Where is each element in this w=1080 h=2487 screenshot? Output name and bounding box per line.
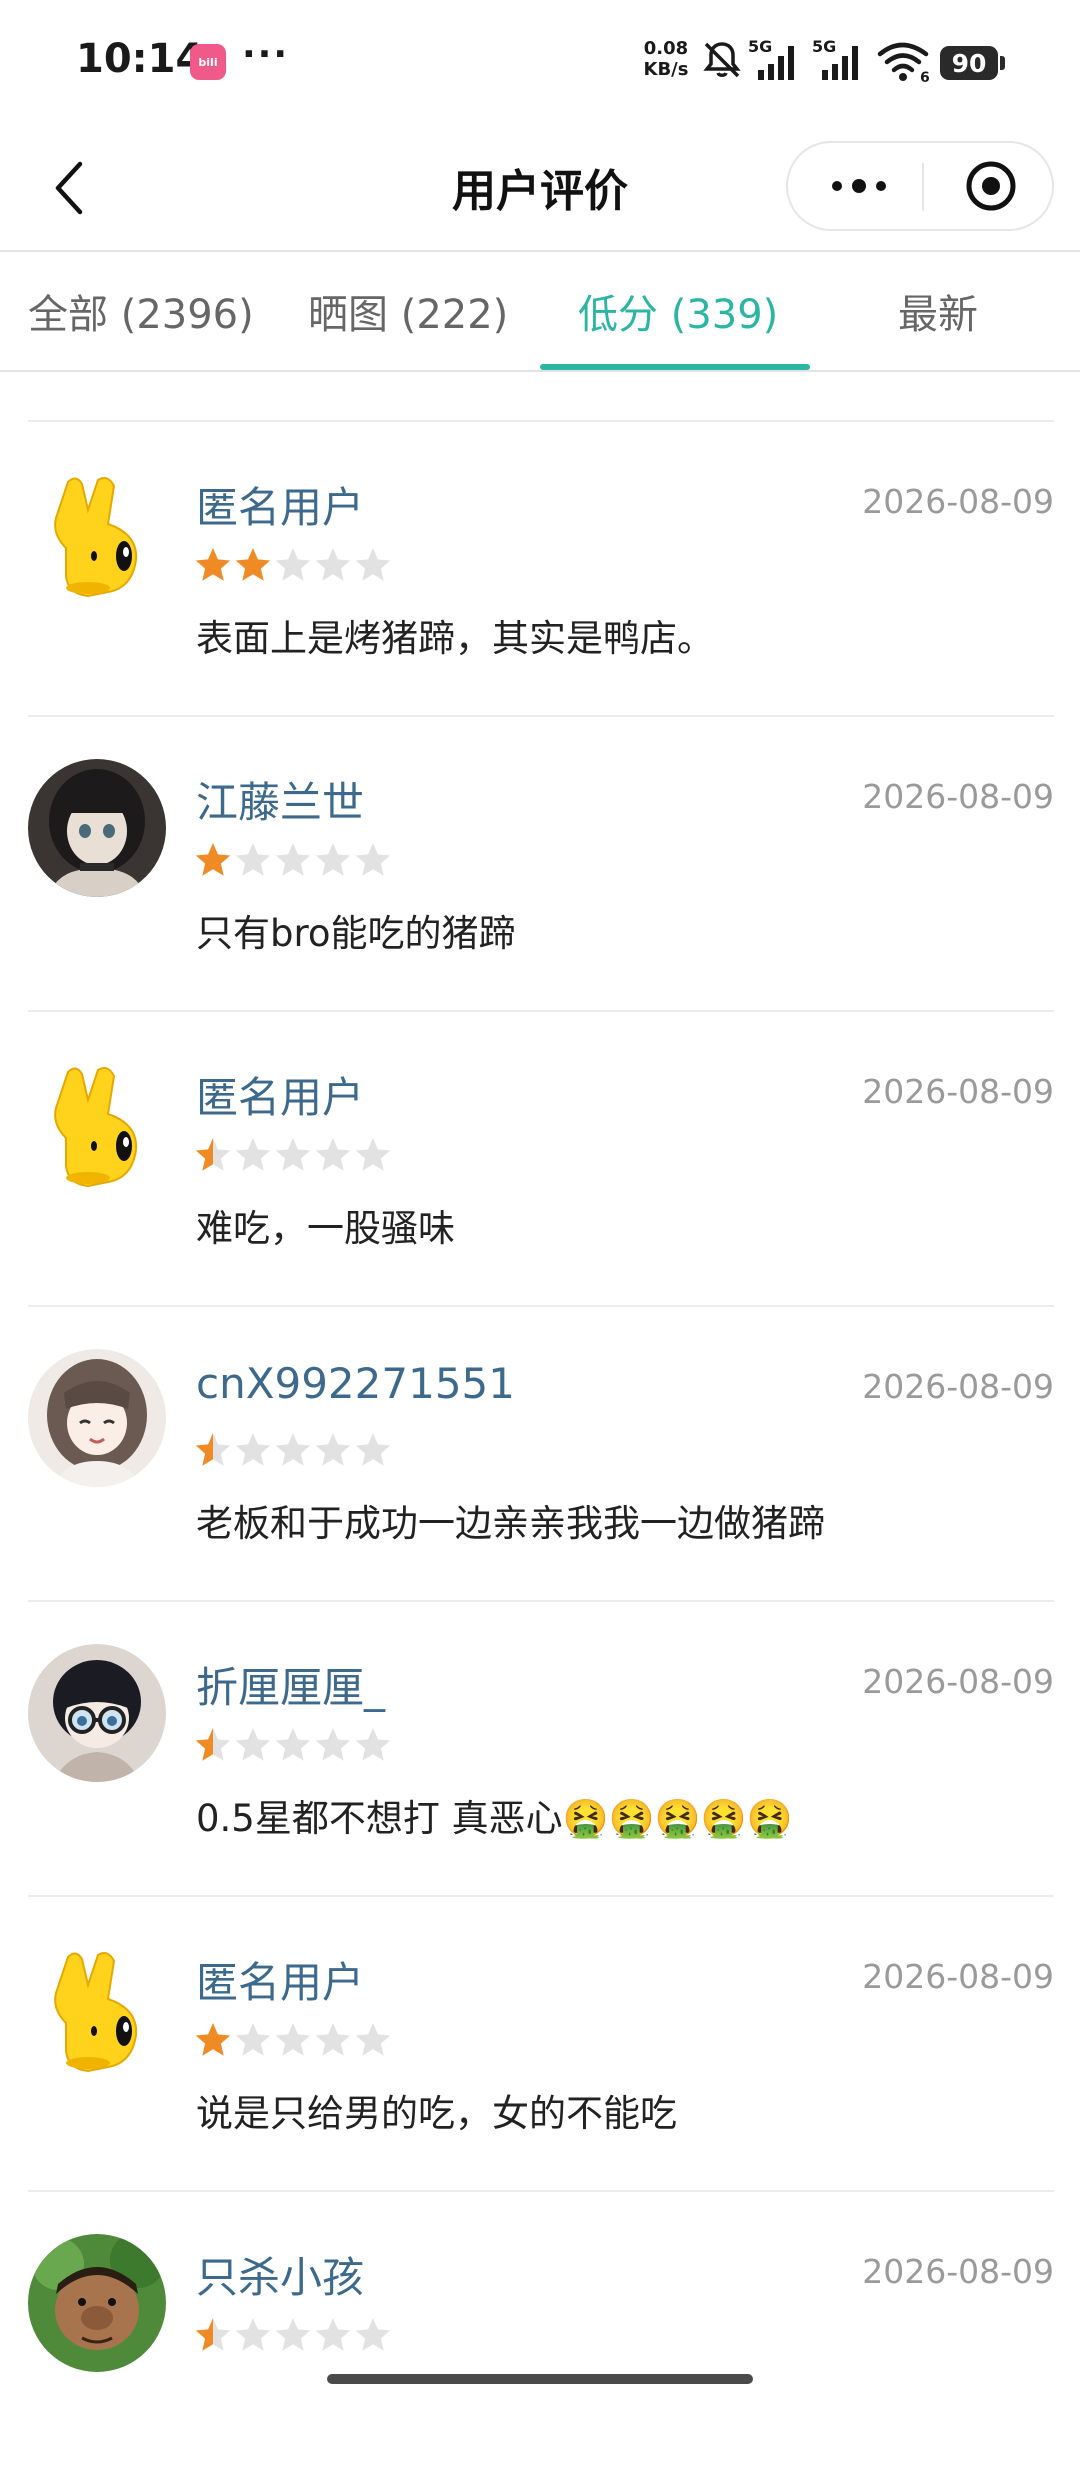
capsule-divider bbox=[922, 163, 924, 211]
wifi-icon: 6 bbox=[876, 40, 932, 88]
review-username[interactable]: cnX992271551 bbox=[196, 1359, 515, 1408]
notification-more-icon: ··· bbox=[242, 34, 290, 75]
review-username[interactable]: 江藤兰世 bbox=[196, 769, 364, 830]
review-text: 只有bro能吃的猪蹄 bbox=[196, 912, 516, 955]
star-half-icon bbox=[195, 1138, 231, 1171]
tab-all[interactable]: 全部 (2396) bbox=[28, 282, 254, 340]
signal-icon: 5G bbox=[812, 36, 868, 88]
review-date: 2026-08-09 bbox=[862, 1662, 1054, 1701]
net-speed-value: 0.08 bbox=[643, 38, 689, 59]
status-bar: 10:14 bili ··· 0.08 KB/s 5G 5G 6 90 bbox=[0, 0, 1080, 125]
star-empty-icon bbox=[315, 1433, 351, 1466]
battery-tip bbox=[1000, 56, 1005, 70]
bilibili-app-icon: bili bbox=[190, 44, 226, 80]
star-filled-icon bbox=[235, 548, 271, 581]
review-item[interactable]: 匿名用户 2026-08-09 表面上是烤猪蹄，其实是鸭店。 bbox=[28, 420, 1054, 717]
star-empty-icon bbox=[355, 1728, 391, 1761]
star-filled-icon bbox=[195, 843, 231, 876]
star-empty-icon bbox=[355, 548, 391, 581]
review-username[interactable]: 只杀小孩 bbox=[196, 2244, 364, 2305]
avatar bbox=[28, 1939, 166, 2077]
svg-text:5G: 5G bbox=[812, 37, 836, 56]
star-empty-icon bbox=[235, 1433, 271, 1466]
avatar bbox=[28, 2234, 166, 2372]
star-empty-icon bbox=[235, 1728, 271, 1761]
star-empty-icon bbox=[355, 1138, 391, 1171]
review-text: 说是只给男的吃，女的不能吃 bbox=[196, 2092, 677, 2135]
review-text: 老板和于成功一边亲亲我我一边做猪蹄 bbox=[196, 1502, 825, 1545]
mute-bell-icon bbox=[700, 38, 744, 86]
star-empty-icon bbox=[235, 2318, 271, 2351]
review-item[interactable]: cnX992271551 2026-08-09 老板和于成功一边亲亲我我一边做猪… bbox=[28, 1305, 1054, 1602]
filter-tabs: 全部 (2396) 晒图 (222) 低分 (339) 最新 bbox=[0, 250, 1080, 372]
avatar bbox=[28, 464, 166, 602]
active-tab-indicator bbox=[540, 364, 810, 370]
review-text: 0.5星都不想打 真恶心🤮🤮🤮🤮🤮 bbox=[196, 1797, 793, 1840]
star-empty-icon bbox=[275, 1433, 311, 1466]
star-empty-icon bbox=[355, 2318, 391, 2351]
review-username[interactable]: 匿名用户 bbox=[196, 1949, 364, 2010]
more-button[interactable] bbox=[816, 143, 902, 229]
star-empty-icon bbox=[315, 1728, 351, 1761]
star-empty-icon bbox=[355, 1433, 391, 1466]
net-speed-unit: KB/s bbox=[643, 59, 689, 80]
status-time: 10:14 bbox=[76, 36, 204, 82]
star-empty-icon bbox=[315, 2318, 351, 2351]
review-date: 2026-08-09 bbox=[862, 482, 1054, 521]
star-empty-icon bbox=[275, 2023, 311, 2056]
star-empty-icon bbox=[355, 843, 391, 876]
page-header: 用户评价 bbox=[0, 125, 1080, 250]
review-username[interactable]: 折厘厘厘_ bbox=[196, 1654, 385, 1715]
star-empty-icon bbox=[235, 2023, 271, 2056]
review-date: 2026-08-09 bbox=[862, 1367, 1054, 1406]
star-empty-icon bbox=[275, 1138, 311, 1171]
svg-text:6: 6 bbox=[920, 70, 930, 84]
star-half-icon bbox=[195, 1728, 231, 1761]
star-empty-icon bbox=[315, 2023, 351, 2056]
review-text: 难吃，一股骚味 bbox=[196, 1207, 455, 1250]
review-username[interactable]: 匿名用户 bbox=[196, 474, 364, 535]
target-icon bbox=[966, 161, 1016, 211]
review-item[interactable]: 匿名用户 2026-08-09 难吃，一股骚味 bbox=[28, 1010, 1054, 1307]
avatar bbox=[28, 1054, 166, 1192]
avatar bbox=[28, 1349, 166, 1487]
svg-text:5G: 5G bbox=[748, 37, 772, 56]
review-date: 2026-08-09 bbox=[862, 2252, 1054, 2291]
star-empty-icon bbox=[235, 843, 271, 876]
miniprogram-capsule bbox=[786, 141, 1054, 231]
star-empty-icon bbox=[275, 548, 311, 581]
review-item[interactable]: 江藤兰世 2026-08-09 只有bro能吃的猪蹄 bbox=[28, 715, 1054, 1012]
signal-icon: 5G bbox=[748, 36, 804, 88]
star-empty-icon bbox=[275, 843, 311, 876]
review-item[interactable]: 匿名用户 2026-08-09 说是只给男的吃，女的不能吃 bbox=[28, 1895, 1054, 2192]
tab-latest[interactable]: 最新 bbox=[898, 282, 978, 340]
star-empty-icon bbox=[315, 548, 351, 581]
star-half-icon bbox=[195, 1433, 231, 1466]
review-item[interactable]: 折厘厘厘_ 2026-08-09 0.5星都不想打 真恶心🤮🤮🤮🤮🤮 bbox=[28, 1600, 1054, 1897]
tab-low-score[interactable]: 低分 (339) bbox=[578, 282, 778, 340]
star-empty-icon bbox=[315, 1138, 351, 1171]
home-indicator[interactable] bbox=[327, 2374, 753, 2384]
review-date: 2026-08-09 bbox=[862, 1072, 1054, 1111]
close-miniprogram-button[interactable] bbox=[948, 143, 1034, 229]
star-empty-icon bbox=[315, 843, 351, 876]
ellipsis-icon bbox=[832, 179, 886, 193]
star-empty-icon bbox=[275, 1728, 311, 1761]
star-empty-icon bbox=[355, 2023, 391, 2056]
avatar bbox=[28, 759, 166, 897]
review-username[interactable]: 匿名用户 bbox=[196, 1064, 364, 1125]
star-empty-icon bbox=[235, 1138, 271, 1171]
review-item[interactable]: 只杀小孩 2026-08-09 bbox=[28, 2190, 1054, 2487]
network-speed: 0.08 KB/s bbox=[640, 38, 692, 80]
review-text: 表面上是烤猪蹄，其实是鸭店。 bbox=[196, 617, 714, 660]
star-filled-icon bbox=[195, 548, 231, 581]
review-date: 2026-08-09 bbox=[862, 1957, 1054, 1996]
battery-icon: 90 bbox=[940, 46, 998, 80]
tab-photos[interactable]: 晒图 (222) bbox=[308, 282, 508, 340]
star-half-icon bbox=[195, 2318, 231, 2351]
avatar bbox=[28, 1644, 166, 1782]
star-filled-icon bbox=[195, 2023, 231, 2056]
review-date: 2026-08-09 bbox=[862, 777, 1054, 816]
star-empty-icon bbox=[275, 2318, 311, 2351]
